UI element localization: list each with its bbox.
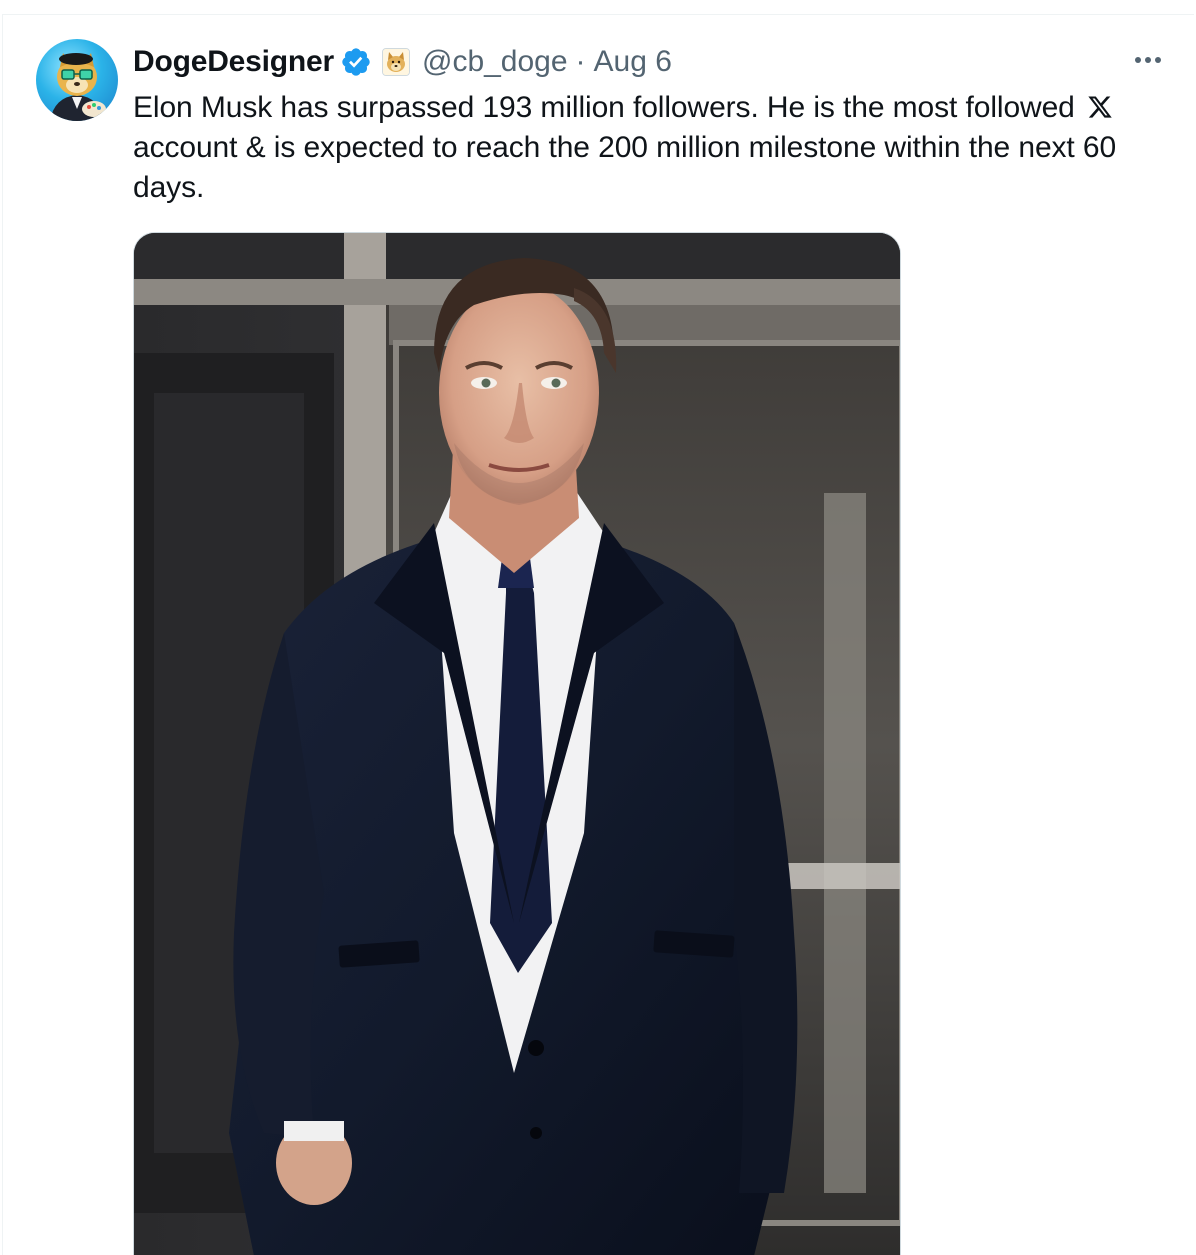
tweet-header: DogeDesigner @cb_doge · Aug 6 bbox=[133, 40, 672, 84]
x-logo-icon[interactable] bbox=[1087, 91, 1113, 118]
author-handle[interactable]: @cb_doge bbox=[422, 45, 568, 79]
author-display-name[interactable]: DogeDesigner bbox=[133, 45, 334, 79]
author-avatar[interactable] bbox=[36, 39, 118, 121]
more-dot-icon bbox=[1135, 57, 1141, 63]
tweet-text-part-2: account & is expected to reach the 200 m… bbox=[133, 131, 1117, 204]
tweet-text-part-1: Elon Musk has surpassed 193 million foll… bbox=[133, 91, 1075, 124]
doge-badge-icon[interactable] bbox=[381, 48, 410, 76]
header-separator: · bbox=[575, 45, 586, 78]
tweet-text: Elon Musk has surpassed 193 million foll… bbox=[133, 88, 1153, 208]
tweet-photo[interactable] bbox=[133, 232, 901, 1255]
photo-man-in-suit bbox=[134, 233, 900, 1255]
doge-avatar-icon bbox=[50, 53, 106, 121]
more-dot-icon bbox=[1155, 57, 1161, 63]
verified-badge-icon[interactable] bbox=[340, 46, 372, 78]
more-dot-icon bbox=[1145, 57, 1151, 63]
tweet-timestamp[interactable]: Aug 6 bbox=[594, 45, 672, 79]
more-options-button[interactable] bbox=[1128, 48, 1168, 72]
